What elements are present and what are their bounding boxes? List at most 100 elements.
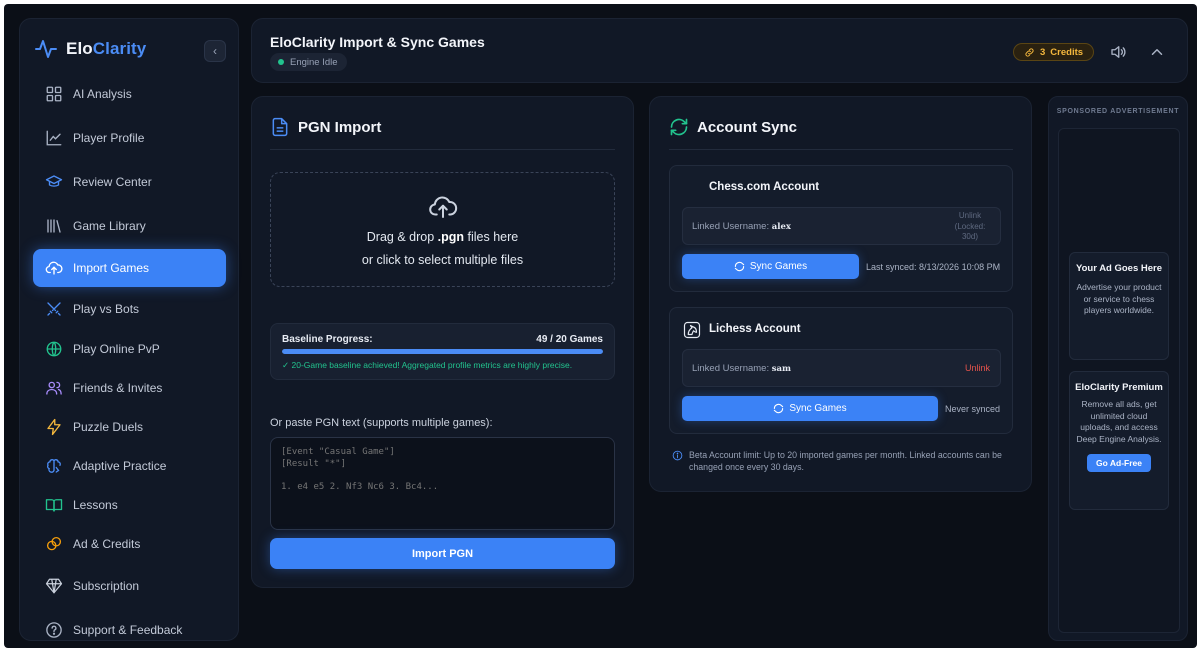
pgn-import-panel: PGN Import Drag & drop .pgn files here o… — [251, 96, 634, 588]
refresh-icon — [734, 261, 745, 272]
sidebar-item-label: Subscription — [73, 578, 140, 593]
chevron-left-icon: ‹ — [213, 44, 217, 58]
ad-placeholder-card[interactable]: Your Ad Goes Here Advertise your product… — [1069, 252, 1169, 360]
sidebar-item-label: Support & Feedback — [73, 622, 183, 637]
chart-line-icon — [46, 130, 62, 145]
unlink-button[interactable]: Unlink — [965, 363, 990, 373]
status-dot-icon — [278, 59, 284, 65]
sidebar-item-import-games[interactable]: Import Games — [33, 249, 226, 287]
sidebar-item-label: Play vs Bots — [73, 302, 140, 316]
top-header: EloClarity Import & Sync Games Engine Id… — [251, 18, 1188, 83]
sidebar-item-label: Lessons — [73, 497, 118, 512]
chevron-up-icon[interactable] — [1148, 43, 1166, 61]
ad-sidebar: SPONSORED ADVERTISEMENT Your Ad Goes Her… — [1048, 96, 1188, 641]
sidebar-item-player-profile[interactable]: Player Profile — [33, 115, 226, 160]
sidebar-item-puzzle-duels[interactable]: Puzzle Duels — [33, 407, 226, 446]
linked-username-value: sam — [771, 364, 792, 374]
sidebar-item-game-library[interactable]: Game Library — [33, 204, 226, 247]
baseline-label: Baseline Progress: — [282, 334, 373, 345]
credits-label: Credits — [1050, 46, 1084, 58]
ad-description: Advertise your product or service to che… — [1076, 282, 1162, 315]
refresh-icon — [670, 118, 688, 136]
sidebar-item-label: Player Profile — [73, 130, 145, 145]
engine-status-text: Engine Idle — [290, 56, 338, 68]
library-icon — [47, 218, 61, 233]
collapse-sidebar-button[interactable]: ‹ — [204, 40, 226, 62]
sidebar-item-review-center[interactable]: Review Center — [33, 160, 226, 204]
lichess-account-name: Lichess Account — [709, 323, 801, 335]
go-ad-free-button[interactable]: Go Ad-Free — [1087, 454, 1151, 472]
lichess-logo-icon — [683, 321, 701, 339]
brand-logo[interactable]: EloClarity — [34, 37, 146, 61]
sidebar-item-ai-analysis[interactable]: AI Analysis — [33, 73, 226, 115]
linked-username-label: Linked Username: sam — [692, 363, 792, 374]
pulse-logo-icon — [35, 40, 57, 58]
account-sync-title: Account Sync — [697, 118, 798, 136]
chesscom-account-card: Chess.com Account Linked Username: alex … — [669, 165, 1013, 292]
cloud-upload-icon — [45, 261, 63, 275]
app-window: EloClarity ‹ AI Analysis Player Profile … — [4, 4, 1197, 648]
pgn-import-title: PGN Import — [298, 118, 382, 136]
account-sync-header: Account Sync — [669, 117, 797, 137]
linked-username-label: Linked Username: alex — [692, 221, 791, 232]
dropzone-instruction: Drag & drop .pgn files here — [366, 230, 519, 244]
refresh-icon — [774, 403, 784, 414]
swords-icon — [47, 302, 61, 316]
sidebar-item-label: Friends & Invites — [73, 380, 163, 395]
coins-icon — [46, 536, 62, 550]
paste-pgn-label: Or paste PGN text (supports multiple gam… — [270, 417, 493, 429]
import-pgn-button[interactable]: Import PGN — [270, 538, 615, 569]
cloud-upload-icon — [429, 196, 458, 218]
sidebar-nav: AI Analysis Player Profile Review Center… — [33, 73, 226, 648]
sidebar-item-play-online-pvp[interactable]: Play Online PvP — [33, 329, 226, 368]
baseline-progress-fill — [282, 349, 603, 354]
page-title: EloClarity Import & Sync Games — [270, 34, 485, 50]
pgn-dropzone[interactable]: Drag & drop .pgn files here or click to … — [270, 172, 615, 287]
credits-badge[interactable]: 3 Credits — [1013, 43, 1095, 61]
dropzone-subtext: or click to select multiple files — [361, 253, 524, 267]
sidebar-item-label: Puzzle Duels — [73, 419, 144, 434]
baseline-success-note: ✓ 20-Game baseline achieved! Aggregated … — [282, 360, 573, 370]
sidebar-item-lessons[interactable]: Lessons — [33, 485, 226, 524]
chesscom-linked-field: Linked Username: alex Unlink (Locked: 30… — [682, 207, 1001, 245]
speaker-icon[interactable] — [1109, 43, 1127, 61]
sidebar-item-label: Import Games — [73, 261, 150, 275]
credits-count: 3 — [1040, 46, 1046, 58]
sidebar-item-support-feedback[interactable]: Support & Feedback — [33, 608, 226, 648]
sidebar-item-friends-invites[interactable]: Friends & Invites — [33, 368, 226, 407]
sidebar-item-ad-credits[interactable]: Ad & Credits — [33, 524, 226, 563]
graduation-cap-icon — [45, 175, 63, 187]
sidebar-item-label: Game Library — [73, 218, 146, 233]
lichess-sync-button[interactable]: Sync Games — [682, 396, 938, 421]
users-icon — [46, 381, 62, 395]
beta-account-note: Beta Account limit: Up to 20 imported ga… — [672, 449, 1012, 473]
link-coins-icon — [1025, 47, 1034, 57]
panel-divider — [270, 149, 615, 150]
chesscom-last-synced: Last synced: 8/13/2026 10:08 PM — [866, 262, 1001, 272]
baseline-progress-card: Baseline Progress: 49 / 20 Games ✓ 20-Ga… — [270, 323, 615, 380]
lichess-account-card: Lichess Account Linked Username: sam Unl… — [669, 307, 1013, 434]
pgn-text-input[interactable] — [270, 437, 615, 530]
lichess-linked-field: Linked Username: sam Unlink — [682, 349, 1001, 387]
panel-divider — [669, 149, 1013, 150]
document-icon — [272, 117, 288, 137]
sponsored-heading: SPONSORED ADVERTISEMENT — [1056, 108, 1180, 115]
help-circle-icon — [46, 621, 62, 638]
ad-title: Your Ad Goes Here — [1075, 263, 1163, 274]
sidebar-item-subscription[interactable]: Subscription — [33, 563, 226, 608]
unlink-locked-button[interactable]: Unlink (Locked: 30d) — [950, 211, 990, 243]
brand-name: EloClarity — [66, 39, 147, 58]
chesscom-sync-button[interactable]: Sync Games — [682, 254, 859, 279]
sidebar-item-label: AI Analysis — [73, 87, 132, 101]
ad-slot: Your Ad Goes Here Advertise your product… — [1058, 128, 1180, 633]
gem-icon — [45, 578, 63, 593]
sidebar-item-adaptive-practice[interactable]: Adaptive Practice — [33, 446, 226, 485]
sidebar-item-play-vs-bots[interactable]: Play vs Bots — [33, 289, 226, 329]
globe-icon — [46, 341, 62, 356]
grid-icon — [46, 86, 62, 102]
account-sync-panel: Account Sync Chess.com Account Linked Us… — [649, 96, 1032, 492]
lightning-icon — [47, 418, 61, 435]
sidebar-item-label: Ad & Credits — [73, 536, 141, 551]
premium-promo-card: EloClarity Premium Remove all ads, get u… — [1069, 371, 1169, 510]
brain-icon — [46, 458, 61, 473]
